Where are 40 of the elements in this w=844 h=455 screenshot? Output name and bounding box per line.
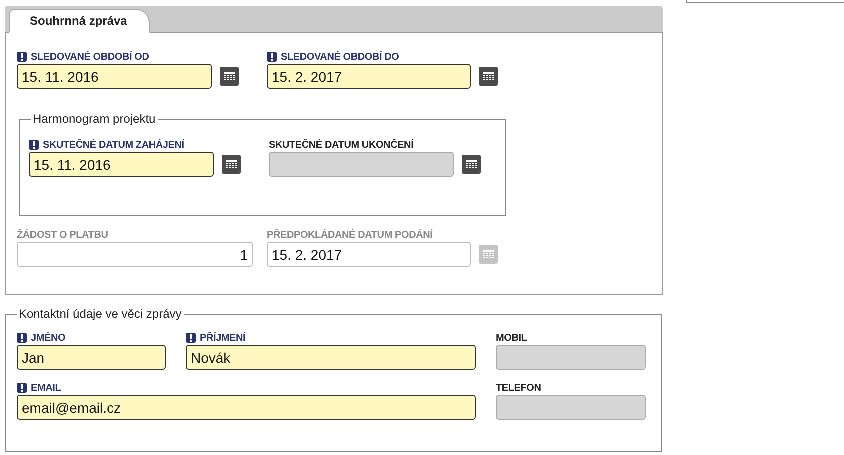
input-field[interactable] <box>496 345 646 370</box>
field-label: SKUTEČNÉ DATUM UKONČENÍ <box>269 140 414 150</box>
group-title: Harmonogram projektu <box>32 112 157 126</box>
required-icon <box>267 52 277 62</box>
field-label: MOBIL <box>496 332 528 344</box>
input-field[interactable]: Jan <box>17 345 166 370</box>
field-label: SLEDOVANÉ OBDOBÍ DO <box>281 52 400 62</box>
field-label: TELEFON <box>496 382 542 394</box>
calendar-button[interactable] <box>220 67 239 86</box>
field-label: SKUTEČNÉ DATUM ZAHÁJENÍ <box>43 140 184 150</box>
input-field[interactable] <box>269 152 454 177</box>
input-field[interactable]: 15. 2. 2017 <box>267 64 471 89</box>
field-label: PŘEDPOKLÁDANÉ DATUM PODÁNÍ <box>267 230 433 240</box>
calendar-icon <box>226 160 237 169</box>
tab[interactable]: Souhrnná zpráva <box>9 9 150 33</box>
required-icon <box>17 333 27 343</box>
input-field[interactable]: email@email.cz <box>17 395 476 420</box>
calendar-icon <box>483 250 494 259</box>
field-label: EMAIL <box>31 382 62 394</box>
field-label: PŘÍJMENÍ <box>200 332 246 344</box>
input-field[interactable] <box>496 395 646 420</box>
input-field[interactable]: 1 <box>17 242 253 267</box>
group-title: Kontaktní údaje ve věci zprávy <box>18 307 183 321</box>
field-label: ŽÁDOST O PLATBU <box>17 230 108 240</box>
input-field[interactable]: 15. 2. 2017 <box>267 242 471 267</box>
calendar-icon <box>483 72 494 81</box>
input-field[interactable]: Novák <box>186 345 476 370</box>
required-icon <box>29 140 39 150</box>
calendar-button[interactable] <box>222 155 241 174</box>
field-label: JMÉNO <box>31 332 66 344</box>
calendar-icon <box>466 160 477 169</box>
calendar-button[interactable] <box>479 67 498 86</box>
input-field[interactable]: 15. 11. 2016 <box>17 64 212 89</box>
field-label: SLEDOVANÉ OBDOBÍ OD <box>31 52 150 62</box>
input-field[interactable]: 15. 11. 2016 <box>29 152 214 177</box>
required-icon <box>186 333 196 343</box>
required-icon <box>17 383 27 393</box>
calendar-icon <box>224 72 235 81</box>
required-icon <box>17 52 27 62</box>
calendar-button[interactable] <box>462 155 481 174</box>
